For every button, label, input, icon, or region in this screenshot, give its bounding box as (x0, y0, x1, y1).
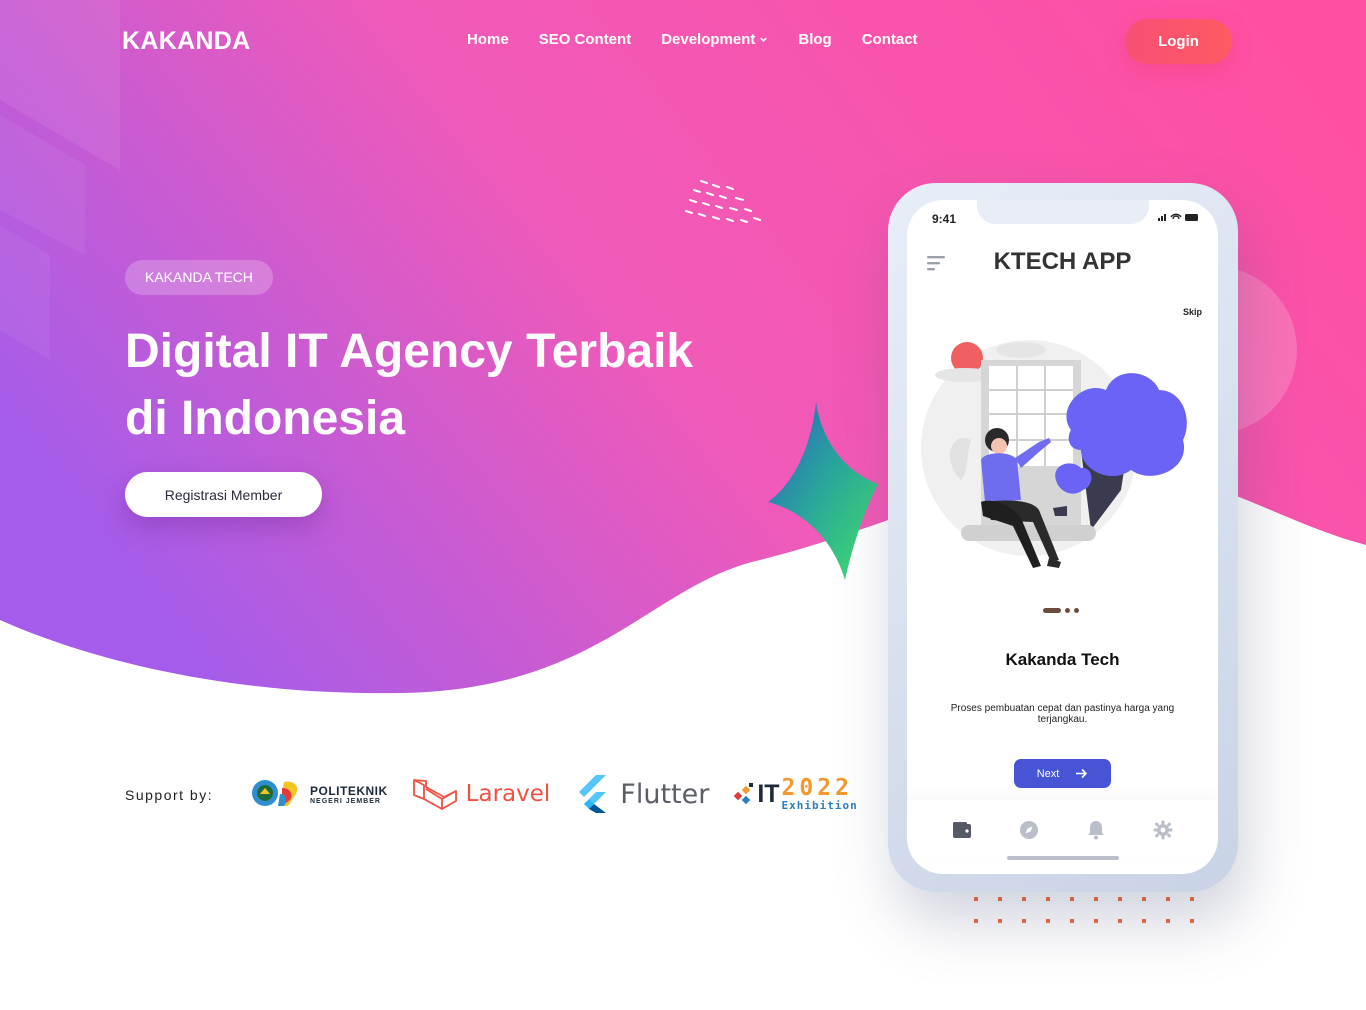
support-logos: POLITEKNIK NEGERI JEMBER Laravel Flutter… (250, 770, 858, 818)
next-label: Next (1036, 767, 1060, 780)
home-indicator (1007, 856, 1119, 860)
phone-notch (977, 200, 1149, 224)
headline-line-2: di Indonesia (125, 392, 406, 445)
polije-wordmark: POLITEKNIK NEGERI JEMBER (310, 784, 388, 805)
pagination-dot-active[interactable] (1043, 608, 1061, 613)
tab-settings[interactable] (1152, 819, 1174, 841)
tab-wallet[interactable] (951, 819, 973, 841)
status-time: 9:41 (932, 212, 957, 226)
onboarding-illustration (921, 340, 1187, 568)
flutter-logo: Flutter (576, 770, 709, 818)
bell-icon (1087, 821, 1104, 840)
it-exhibition-icon (734, 783, 754, 805)
tab-notifications[interactable] (1085, 819, 1107, 841)
hero-badge: KAKANDA TECH (125, 260, 273, 295)
it-year-block: 2022 Exhibition (781, 775, 858, 812)
it-year: 2022 (781, 775, 853, 801)
status-bar-icons (1158, 213, 1198, 221)
phone-mockup: 9:41 KTECH APP Skip Kakanda Tech Proses … (888, 183, 1238, 892)
app-title: KTECH APP (993, 248, 1132, 275)
gear-icon (1153, 820, 1173, 840)
nav-seo-content[interactable]: SEO Content (539, 31, 632, 48)
laravel-wordmark: Laravel (465, 781, 551, 807)
skip-link[interactable]: Skip (1183, 307, 1202, 317)
onboarding-description: Proses pembuatan cepat dan pastinya harg… (950, 703, 1175, 725)
onboarding-title: Kakanda Tech (1005, 650, 1120, 669)
register-member-button[interactable]: Registrasi Member (125, 472, 322, 517)
it-exhibition-label: Exhibition (781, 799, 858, 812)
pagination-dots (1043, 608, 1079, 613)
flutter-wordmark: Flutter (620, 778, 710, 810)
dot-grid-decoration (974, 897, 1194, 923)
login-button[interactable]: Login (1125, 19, 1232, 64)
arrow-right-icon (1076, 768, 1088, 779)
pagination-dot[interactable] (1065, 608, 1070, 613)
bottom-tab-bar (907, 800, 1218, 860)
confetti-decoration (685, 180, 761, 223)
hero-headline: Digital IT Agency Terbaik di Indonesia (125, 318, 805, 452)
nav-contact[interactable]: Contact (862, 31, 918, 48)
chevron-down-icon (760, 37, 768, 42)
polije-line-2: NEGERI JEMBER (310, 797, 381, 805)
polije-logo: POLITEKNIK NEGERI JEMBER (250, 770, 388, 818)
support-label: Support by: (125, 787, 214, 803)
tab-explore[interactable] (1018, 819, 1040, 841)
compass-icon (1020, 821, 1039, 839)
headline-line-1: Digital IT Agency Terbaik (125, 325, 694, 378)
laravel-icon (412, 779, 457, 810)
nav-blog[interactable]: Blog (798, 31, 831, 48)
main-nav: Home SEO Content Development Blog Contac… (467, 31, 918, 48)
nav-home[interactable]: Home (467, 31, 509, 48)
brand-logo[interactable]: KAKANDA (122, 27, 250, 56)
it-wordmark: IT (757, 779, 780, 808)
polije-emblem-icon (252, 780, 298, 806)
pagination-dot[interactable] (1074, 608, 1079, 613)
nav-development-label: Development (661, 31, 756, 48)
laravel-logo: Laravel (412, 770, 551, 818)
phone-screen: 9:41 KTECH APP Skip Kakanda Tech Proses … (907, 200, 1218, 874)
flutter-icon (579, 775, 607, 813)
next-button[interactable]: Next (1014, 759, 1111, 788)
it-exhibition-logo: IT 2022 Exhibition (733, 770, 857, 818)
nav-development[interactable]: Development (661, 31, 768, 48)
polije-line-1: POLITEKNIK (310, 783, 388, 798)
wallet-icon (953, 822, 972, 838)
